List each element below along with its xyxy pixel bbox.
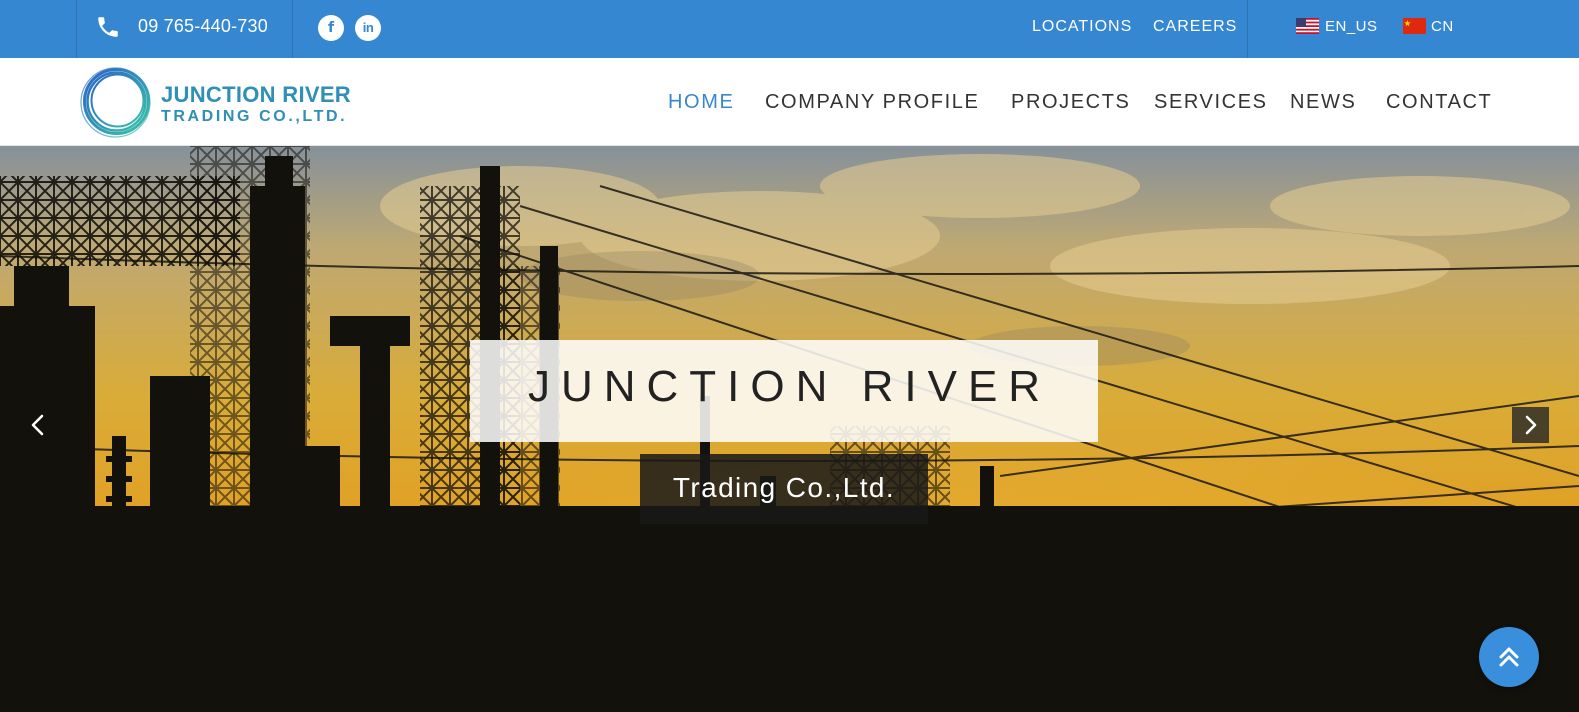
logo-text-secondary[interactable]: TRADING CO.,LTD. bbox=[161, 108, 347, 126]
hero-subtitle: Trading Co.,Ltd. bbox=[672, 472, 896, 503]
careers-link[interactable]: CAREERS bbox=[1153, 18, 1237, 36]
scroll-to-top-button[interactable] bbox=[1479, 627, 1539, 687]
hero-title-box: JUNCTION RIVER bbox=[470, 340, 1098, 442]
locations-link[interactable]: LOCATIONS bbox=[1032, 18, 1132, 36]
double-chevron-up-icon bbox=[1499, 647, 1519, 667]
chevron-left-icon[interactable] bbox=[22, 410, 54, 440]
nav-services[interactable]: SERVICES bbox=[1154, 91, 1268, 114]
facebook-icon[interactable]: f bbox=[318, 15, 344, 41]
top-bar: 09 765-440-730 f in LOCATIONS CAREERS EN… bbox=[0, 0, 1579, 58]
phone-number[interactable]: 09 765-440-730 bbox=[138, 16, 268, 37]
language-cn[interactable]: CN bbox=[1431, 18, 1454, 35]
top-bar-divider bbox=[1247, 0, 1248, 58]
nav-company-profile[interactable]: COMPANY PROFILE bbox=[765, 91, 979, 114]
logo-text-primary[interactable]: JUNCTION RIVER bbox=[161, 82, 351, 108]
hero-subtitle-box: Trading Co.,Ltd. bbox=[640, 454, 928, 524]
facebook-label: f bbox=[327, 20, 335, 36]
nav-projects[interactable]: PROJECTS bbox=[1011, 91, 1130, 114]
top-bar-divider bbox=[292, 0, 293, 58]
top-bar-divider bbox=[76, 0, 77, 58]
nav-contact[interactable]: CONTACT bbox=[1386, 91, 1492, 114]
cn-flag-icon bbox=[1403, 18, 1426, 34]
main-header: JUNCTION RIVER TRADING CO.,LTD. HOME COM… bbox=[0, 58, 1579, 146]
linkedin-icon[interactable]: in bbox=[355, 15, 381, 41]
linkedin-label: in bbox=[362, 20, 374, 35]
phone-icon bbox=[98, 17, 118, 37]
language-en[interactable]: EN_US bbox=[1325, 18, 1378, 35]
nav-news[interactable]: NEWS bbox=[1290, 91, 1356, 114]
us-flag-icon bbox=[1296, 18, 1319, 34]
logo-ring-icon[interactable] bbox=[79, 64, 154, 139]
hero-title: JUNCTION RIVER bbox=[527, 362, 1052, 411]
hero-slider: JUNCTION RIVER Trading Co.,Ltd. bbox=[0, 146, 1579, 712]
nav-home[interactable]: HOME bbox=[668, 91, 734, 114]
slider-next-button[interactable] bbox=[1512, 407, 1549, 443]
chevron-right-icon bbox=[1525, 415, 1537, 435]
